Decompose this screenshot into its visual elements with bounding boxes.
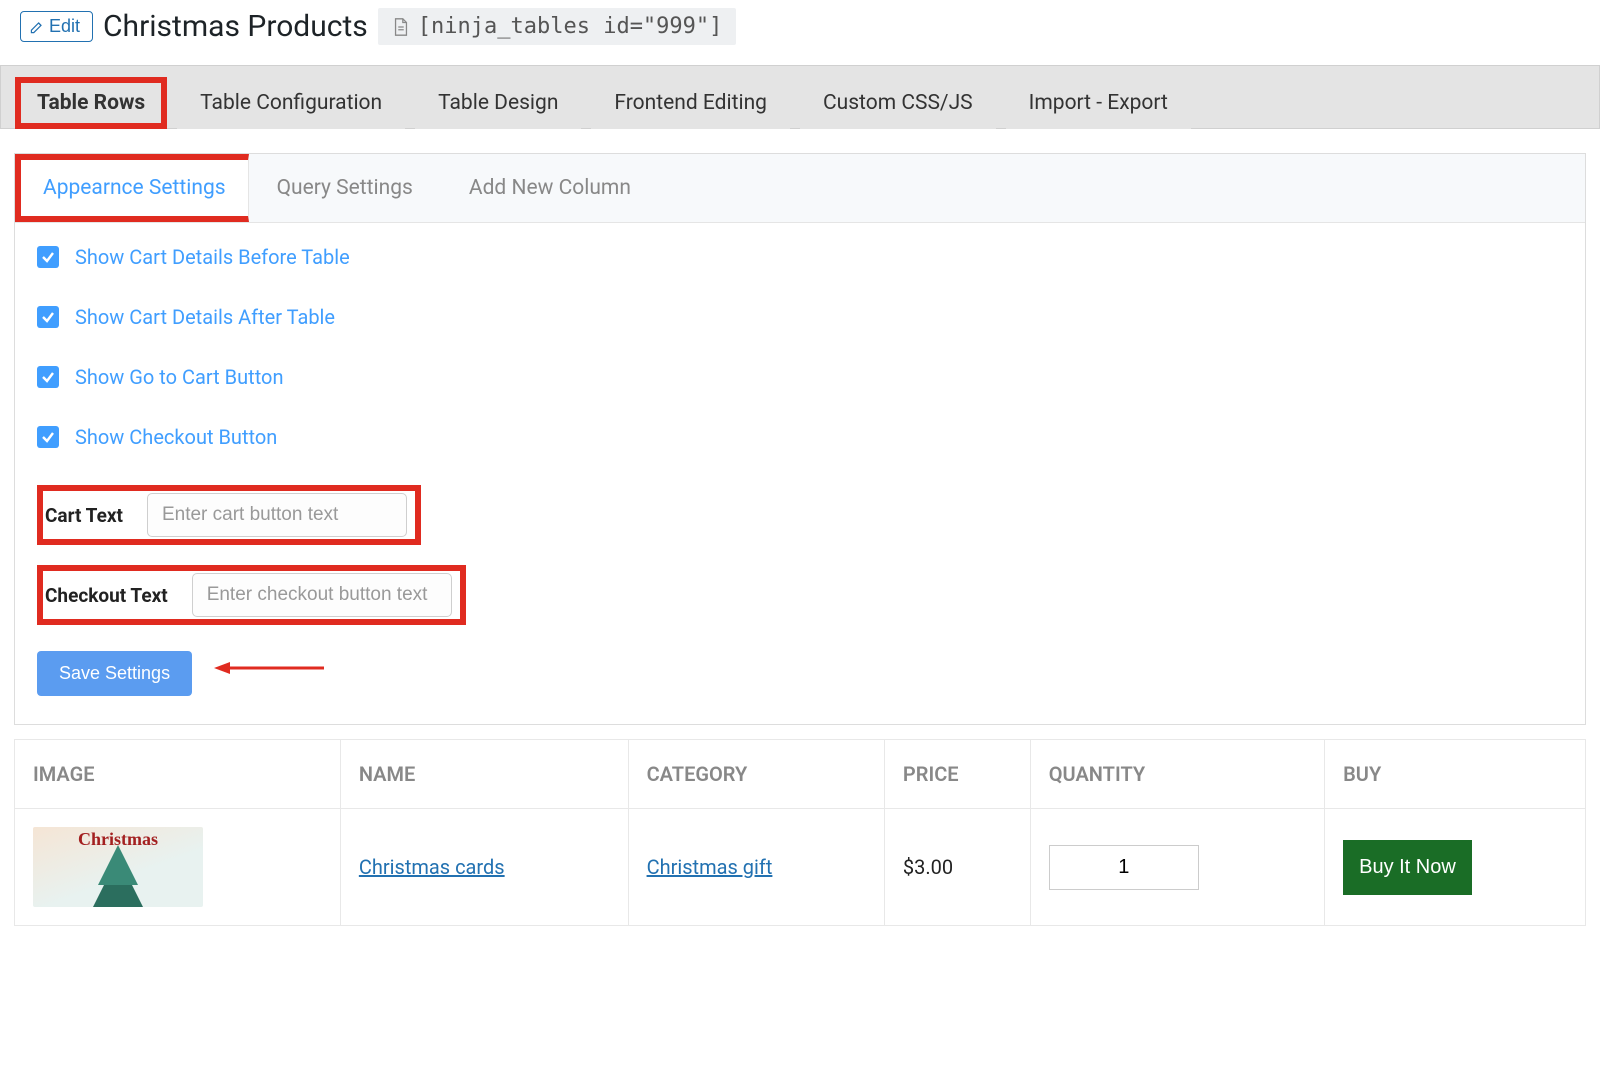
- document-icon: [392, 17, 410, 37]
- cell-price: $3.00: [884, 809, 1030, 926]
- shortcode-display[interactable]: [ninja_tables id="999"]: [378, 8, 737, 45]
- quantity-input[interactable]: [1049, 845, 1199, 890]
- product-name-link[interactable]: Christmas cards: [359, 855, 505, 879]
- subtab-appearance-settings[interactable]: Appearnce Settings: [15, 154, 249, 222]
- subtab-query-settings[interactable]: Query Settings: [249, 154, 441, 222]
- product-category-link[interactable]: Christmas gift: [647, 855, 773, 879]
- shortcode-text: [ninja_tables id="999"]: [418, 14, 723, 39]
- cell-name: Christmas cards: [340, 809, 628, 926]
- product-thumbnail[interactable]: Christmas: [33, 827, 203, 907]
- check-icon: [41, 250, 55, 264]
- checkbox-show-go-to-cart[interactable]: [37, 366, 59, 388]
- cell-buy: Buy It Now: [1325, 809, 1586, 926]
- checkbox-row: Show Cart Details Before Table: [37, 245, 1563, 269]
- checkbox-show-cart-after[interactable]: [37, 306, 59, 328]
- checkout-text-input[interactable]: [192, 573, 452, 617]
- arrow-annotation-icon: [214, 658, 324, 678]
- subtab-add-new-column[interactable]: Add New Column: [441, 154, 659, 222]
- checkbox-show-checkout[interactable]: [37, 426, 59, 448]
- tab-table-design[interactable]: Table Design: [415, 77, 581, 129]
- check-icon: [41, 370, 55, 384]
- cell-category: Christmas gift: [628, 809, 884, 926]
- tab-custom-css-js[interactable]: Custom CSS/JS: [800, 77, 996, 129]
- table-header-row: IMAGE NAME CATEGORY PRICE QUANTITY BUY: [15, 740, 1586, 809]
- checkbox-label: Show Go to Cart Button: [75, 365, 284, 389]
- col-category: CATEGORY: [628, 740, 884, 809]
- checkbox-row: Show Checkout Button: [37, 425, 1563, 449]
- page-title: Christmas Products: [103, 9, 368, 44]
- col-quantity: QUANTITY: [1030, 740, 1324, 809]
- sub-tabs-bar: Appearnce Settings Query Settings Add Ne…: [15, 154, 1585, 223]
- tab-frontend-editing[interactable]: Frontend Editing: [591, 77, 790, 129]
- tab-table-configuration[interactable]: Table Configuration: [177, 77, 405, 129]
- save-row: Save Settings: [37, 639, 1563, 696]
- settings-body: Show Cart Details Before Table Show Cart…: [15, 223, 1585, 724]
- table-row: Christmas Christmas cards Christmas gift…: [15, 809, 1586, 926]
- edit-button[interactable]: Edit: [20, 11, 93, 42]
- tab-table-rows[interactable]: Table Rows: [15, 77, 167, 129]
- products-table: IMAGE NAME CATEGORY PRICE QUANTITY BUY C…: [14, 739, 1586, 926]
- col-price: PRICE: [884, 740, 1030, 809]
- checkbox-label: Show Cart Details Before Table: [75, 245, 350, 269]
- cell-image: Christmas: [15, 809, 341, 926]
- pencil-icon: [29, 19, 45, 35]
- check-icon: [41, 430, 55, 444]
- main-tabs-bar: Table Rows Table Configuration Table Des…: [0, 65, 1600, 129]
- page-header: Edit Christmas Products [ninja_tables id…: [0, 0, 1600, 57]
- buy-now-button[interactable]: Buy It Now: [1343, 840, 1472, 895]
- tab-import-export[interactable]: Import - Export: [1006, 77, 1191, 129]
- checkbox-label: Show Checkout Button: [75, 425, 277, 449]
- checkbox-row: Show Go to Cart Button: [37, 365, 1563, 389]
- save-settings-button[interactable]: Save Settings: [37, 651, 192, 696]
- checkbox-label: Show Cart Details After Table: [75, 305, 335, 329]
- settings-panel: Appearnce Settings Query Settings Add Ne…: [14, 153, 1586, 725]
- cart-text-label: Cart Text: [45, 504, 123, 527]
- col-image: IMAGE: [15, 740, 341, 809]
- col-name: NAME: [340, 740, 628, 809]
- checkout-text-label: Checkout Text: [45, 584, 168, 607]
- cart-text-row: Cart Text: [37, 485, 1563, 545]
- check-icon: [41, 310, 55, 324]
- checkout-text-row: Checkout Text: [37, 565, 1563, 625]
- cart-text-input[interactable]: [147, 493, 407, 537]
- edit-label: Edit: [49, 16, 80, 37]
- checkbox-show-cart-before[interactable]: [37, 246, 59, 268]
- checkbox-row: Show Cart Details After Table: [37, 305, 1563, 329]
- col-buy: BUY: [1325, 740, 1586, 809]
- cell-quantity: [1030, 809, 1324, 926]
